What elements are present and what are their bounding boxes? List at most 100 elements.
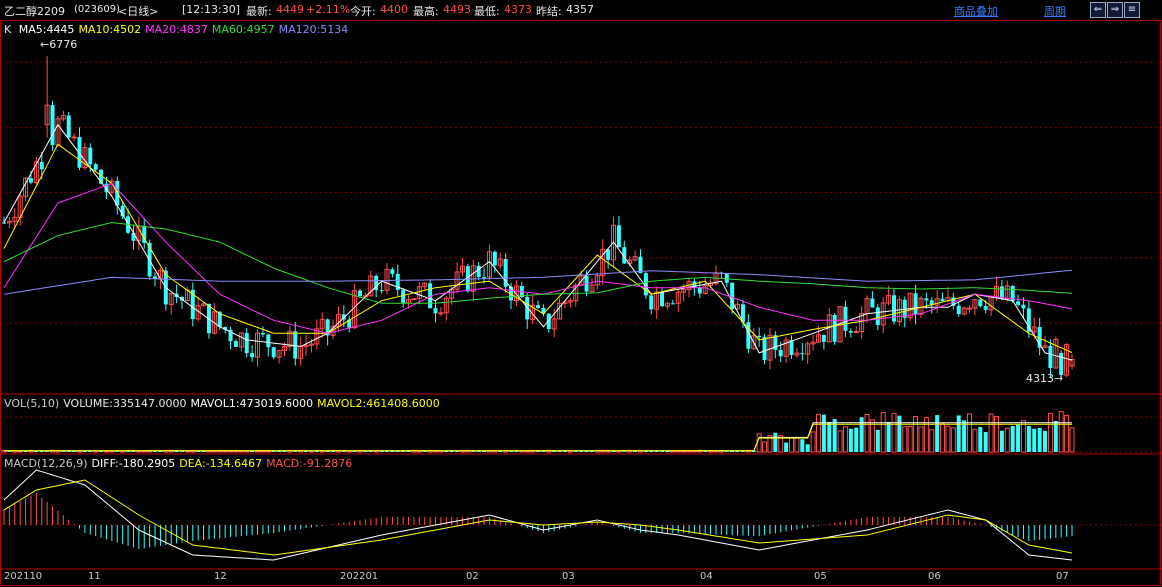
candle-body-down [379, 290, 384, 292]
title-bar: 乙二醇2209 (023609) <日线> [12:13:30] 最新: 444… [0, 0, 1162, 21]
volume-bar [837, 430, 843, 453]
candle-body-down [390, 269, 395, 274]
candle-body-down [131, 232, 136, 241]
change-percent: +2.11% [306, 3, 351, 16]
volume-bar [800, 439, 805, 452]
volume-bar [848, 428, 853, 452]
candle-body-down [983, 306, 988, 310]
candle-body-down [638, 256, 643, 274]
volume-bar [789, 437, 795, 453]
volume-bar [891, 412, 897, 453]
candle-body-down [271, 347, 276, 358]
volume-bar [821, 414, 826, 452]
x-tick-label: 02 [466, 571, 479, 582]
candle-body-down [482, 277, 487, 279]
candle-body-down [670, 303, 675, 305]
candle-body-down [492, 251, 497, 266]
volume-bar [810, 431, 816, 453]
candle-body-down [724, 273, 729, 283]
volume-bar [956, 415, 961, 452]
instrument-name: 乙二醇2209 [4, 5, 65, 18]
ma5-legend: MA5:4445 [18, 23, 75, 36]
volume-bar [854, 427, 859, 452]
candle-body-down [649, 295, 654, 310]
volume-bar [988, 413, 994, 453]
candle-body-down [978, 299, 983, 307]
volume-bar [1010, 426, 1015, 452]
instrument-code: (023609) [74, 4, 120, 15]
volume-bar [1058, 411, 1064, 453]
volume-bar [972, 428, 978, 453]
volume-bar [886, 422, 891, 452]
volume-bar [1037, 428, 1042, 452]
candle-body-down [525, 297, 530, 320]
volume-bar [756, 433, 762, 453]
ma120-legend: MA120:5134 [278, 23, 349, 36]
candle-body-up [71, 136, 77, 139]
candle-body-down [697, 287, 702, 294]
candle-body-down [39, 161, 44, 170]
prev-settle-value: 4357 [566, 3, 594, 16]
volume-bar [1069, 427, 1075, 453]
period-link[interactable]: 周期 [1044, 3, 1066, 19]
ma-legend: K MA5:4445 MA10:4502 MA20:4837 MA60:4957 MA1… [4, 23, 352, 36]
kline-chart[interactable] [0, 20, 1162, 587]
menu-button[interactable]: ≡ [1124, 2, 1140, 18]
volume-bar [864, 413, 870, 453]
candle-body-down [1021, 304, 1026, 309]
candle-body-up [438, 312, 444, 315]
candle-body-down [832, 314, 837, 342]
candle-body-down [870, 298, 875, 308]
volume-bar [1020, 420, 1026, 453]
dea-line [3, 479, 1073, 556]
ma60-legend: MA60:4957 [211, 23, 275, 36]
ma20-legend: MA20:4837 [145, 23, 208, 36]
volume-bar [842, 426, 848, 453]
volume-bar [762, 441, 768, 453]
mavol2-value: MAVOL2:461408.6000 [317, 397, 440, 410]
k-label: K [4, 23, 12, 36]
macd-title: MACD(12,26,9) [4, 457, 88, 470]
volume-bar [913, 416, 919, 453]
candle-body-down [913, 293, 918, 315]
volume-bar [935, 415, 940, 452]
candle-body-down [616, 225, 621, 248]
candle-body-down [260, 333, 265, 335]
candle-body-down [848, 330, 853, 333]
candle-body-down [50, 105, 55, 146]
last-label: 最新: [246, 5, 272, 18]
x-tick-label: 12 [214, 571, 227, 582]
x-tick-label: 03 [562, 571, 575, 582]
high-annotation: ←6776 [40, 38, 78, 51]
volume-bar [929, 429, 935, 453]
x-tick-label: 06 [928, 571, 941, 582]
volume-bar [1064, 414, 1070, 453]
candle-body-down [244, 333, 249, 354]
diff-line [3, 469, 1073, 561]
ma-line-ma10 [3, 143, 1073, 354]
candle-body-down [875, 307, 880, 326]
volume-bar [907, 425, 913, 453]
volume-bar [827, 421, 832, 452]
candle-body-down [66, 115, 71, 138]
macd-value: MACD:-91.2876 [266, 457, 353, 470]
scroll-left-button[interactable]: ⇐ [1090, 2, 1106, 18]
volume-bar [999, 430, 1004, 452]
low-value: 4373 [504, 3, 532, 16]
candle-body-down [266, 334, 271, 348]
volume-bar [1026, 425, 1031, 452]
volume-bar [773, 432, 778, 452]
dea-value: DEA:-134.6467 [179, 457, 263, 470]
candle-body-down [1048, 345, 1053, 369]
volume-bar [805, 444, 810, 452]
volume-bar [815, 413, 821, 453]
candle-body-down [789, 340, 794, 356]
scroll-right-button[interactable]: ⇒ [1107, 2, 1123, 18]
high-label: 最高: [413, 5, 439, 18]
overlay-commodity-link[interactable]: 商品叠加 [954, 3, 998, 19]
volume-bar [875, 429, 880, 452]
volume-bar [784, 442, 789, 452]
candlesticks [2, 56, 1075, 379]
candle-body-down [924, 298, 929, 301]
x-tick-label: 04 [700, 571, 713, 582]
